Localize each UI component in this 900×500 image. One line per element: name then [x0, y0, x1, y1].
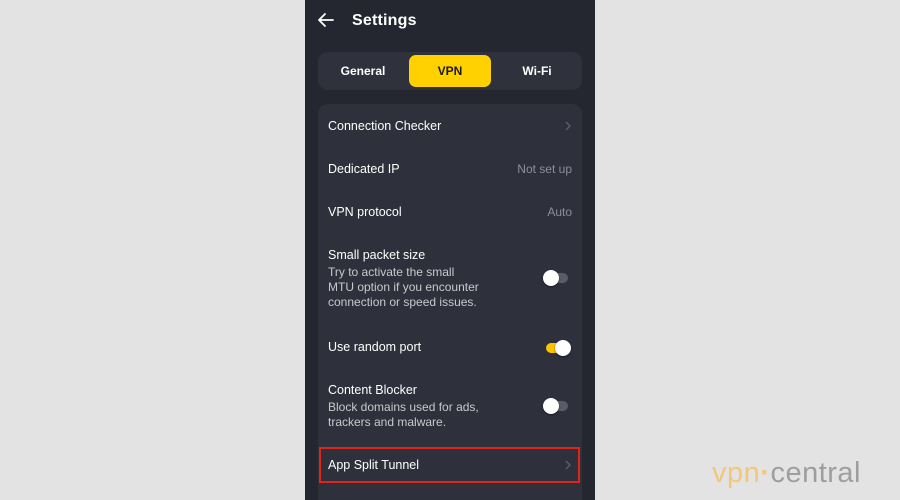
small-packet-size-toggle[interactable] [543, 270, 568, 286]
content-blocker-row: Content Blocker Block domains used for a… [318, 367, 582, 445]
connection-checker-row[interactable]: Connection Checker [318, 104, 582, 147]
random-port-toggle[interactable] [546, 340, 571, 356]
vpn-protocol-row[interactable]: VPN protocol Auto [318, 190, 582, 233]
tab-general[interactable]: General [322, 55, 404, 87]
random-port-label: Use random port [328, 340, 422, 354]
connection-checker-label: Connection Checker [328, 119, 442, 133]
back-arrow-icon[interactable] [315, 9, 337, 31]
toggle-knob [543, 270, 559, 286]
highlight-box [319, 447, 580, 483]
page-title: Settings [352, 12, 417, 29]
watermark-logo: vpn·central [712, 457, 861, 490]
small-packet-size-desc-3: connection or speed issues. [328, 295, 477, 309]
small-packet-size-row: Small packet size Try to activate the sm… [318, 233, 582, 323]
dedicated-ip-row[interactable]: Dedicated IP Not set up [318, 147, 582, 190]
toggle-knob [555, 340, 571, 356]
chevron-right-icon [565, 121, 571, 131]
settings-screen: Settings General VPN Wi-Fi Connection Ch… [305, 0, 595, 500]
vpn-settings-list: Connection Checker Dedicated IP Not set … [318, 104, 582, 500]
tab-wifi[interactable]: Wi-Fi [496, 55, 578, 87]
content-blocker-toggle[interactable] [543, 398, 568, 414]
small-packet-size-desc-2: MTU option if you encounter [328, 280, 479, 294]
toggle-knob [543, 398, 559, 414]
watermark-dot-icon: · [760, 457, 771, 489]
top-bar: Settings [305, 0, 595, 44]
vpn-protocol-value: Auto [547, 205, 572, 219]
settings-tabs: General VPN Wi-Fi [318, 52, 582, 90]
dedicated-ip-label: Dedicated IP [328, 162, 400, 176]
small-packet-size-label: Small packet size [328, 248, 426, 262]
watermark-central: central [770, 457, 861, 489]
vpn-protocol-label: VPN protocol [328, 205, 402, 219]
content-blocker-label: Content Blocker [328, 383, 417, 397]
random-port-row: Use random port [318, 323, 582, 367]
content-blocker-desc-1: Block domains used for ads, [328, 400, 479, 414]
content-blocker-desc-2: trackers and malware. [328, 415, 447, 429]
small-packet-size-desc-1: Try to activate the small [328, 265, 455, 279]
watermark-vpn: vpn [712, 457, 761, 489]
dedicated-ip-value: Not set up [517, 162, 572, 176]
tab-vpn[interactable]: VPN [409, 55, 491, 87]
